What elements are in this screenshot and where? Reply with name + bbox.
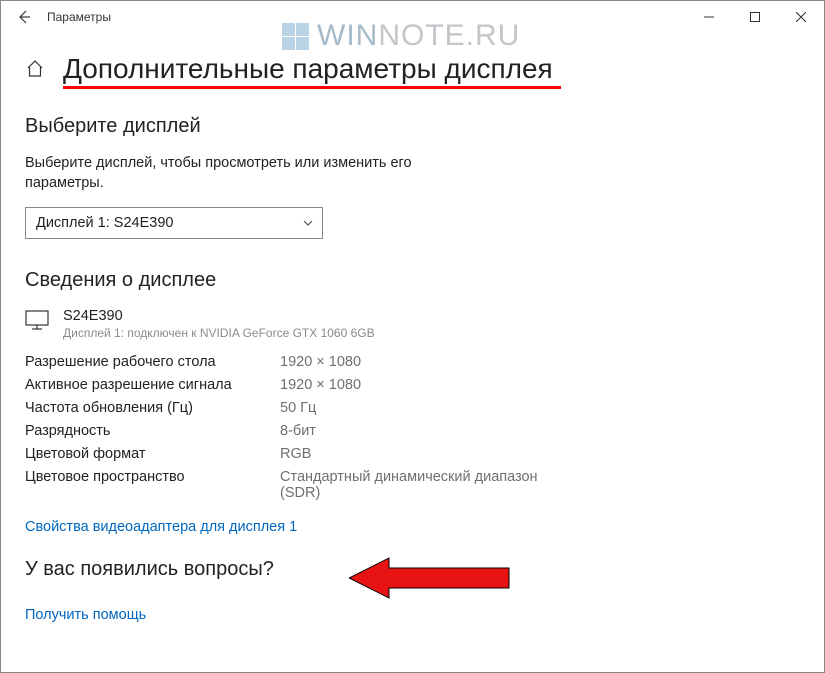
info-value: 50 Гц <box>280 400 794 416</box>
display-dropdown-value: Дисплей 1: S24E390 <box>36 215 173 231</box>
info-key: Цветовое пространство <box>25 469 280 501</box>
monitor-icon <box>25 310 49 330</box>
select-display-instruction: Выберите дисплей, чтобы просмотреть или … <box>25 154 465 193</box>
maximize-button[interactable] <box>732 2 778 32</box>
info-value: Стандартный динамический диапазон (SDR) <box>280 469 540 501</box>
info-key: Активное разрешение сигнала <box>25 377 280 393</box>
display-subtitle: Дисплей 1: подключен к NVIDIA GeForce GT… <box>63 326 375 340</box>
watermark-text: WINNOTE.RU <box>317 19 520 53</box>
info-value: 1920 × 1080 <box>280 354 794 370</box>
arrow-left-icon <box>16 9 32 25</box>
display-name: S24E390 <box>63 308 375 324</box>
info-value: RGB <box>280 446 794 462</box>
annotation-arrow-icon <box>349 553 519 603</box>
display-block: S24E390 Дисплей 1: подключен к NVIDIA Ge… <box>25 308 794 340</box>
chevron-down-icon <box>302 217 314 229</box>
home-icon[interactable] <box>25 59 45 79</box>
watermark: WINNOTE.RU <box>281 19 520 53</box>
info-key: Частота обновления (Гц) <box>25 400 280 416</box>
content: Дополнительные параметры дисплея Выберит… <box>1 33 824 624</box>
windows-logo-icon <box>281 22 309 50</box>
header-row: Дополнительные параметры дисплея <box>25 53 794 85</box>
info-table: Разрешение рабочего стола1920 × 1080 Акт… <box>25 354 794 501</box>
get-help-link[interactable]: Получить помощь <box>25 607 146 623</box>
close-icon <box>796 12 806 22</box>
display-dropdown[interactable]: Дисплей 1: S24E390 <box>25 207 323 239</box>
window-controls <box>686 2 824 32</box>
page-title: Дополнительные параметры дисплея <box>63 53 553 85</box>
minimize-button[interactable] <box>686 2 732 32</box>
info-key: Разрешение рабочего стола <box>25 354 280 370</box>
close-button[interactable] <box>778 2 824 32</box>
info-key: Разрядность <box>25 423 280 439</box>
maximize-icon <box>750 12 760 22</box>
adapter-properties-link[interactable]: Свойства видеоадаптера для дисплея 1 <box>25 519 297 535</box>
back-button[interactable] <box>9 2 39 32</box>
info-value: 1920 × 1080 <box>280 377 794 393</box>
minimize-icon <box>704 12 714 22</box>
info-value: 8-бит <box>280 423 794 439</box>
info-key: Цветовой формат <box>25 446 280 462</box>
window-title: Параметры <box>47 10 111 24</box>
select-display-heading: Выберите дисплей <box>25 115 794 138</box>
display-info-heading: Сведения о дисплее <box>25 269 794 292</box>
